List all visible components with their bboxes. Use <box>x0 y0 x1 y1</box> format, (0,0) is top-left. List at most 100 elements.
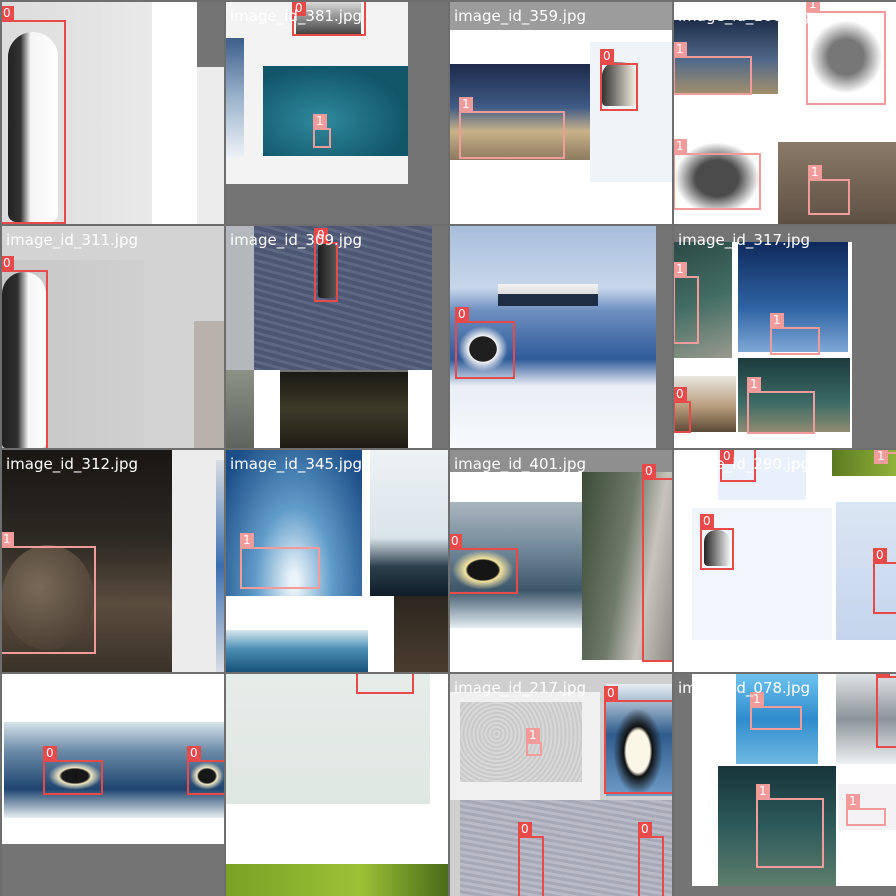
box-class-label: 1 <box>770 313 784 328</box>
tile-filename: image_id_317.jpg <box>678 231 811 249</box>
snow-photo <box>197 67 224 224</box>
bounding-box: 1 <box>747 377 815 434</box>
bounding-box: 1 <box>674 42 752 95</box>
tile-filename: image_id_290.jpg <box>678 455 811 473</box>
bounding-box: 0 <box>638 822 664 896</box>
iceberg-photo <box>370 450 448 596</box>
bounding-box: 0 <box>604 686 672 794</box>
bounding-box: 0 <box>356 674 414 694</box>
box-class-label: 1 <box>808 165 822 180</box>
mosaic-tile: image_id_317.jpg 1 1 0 1 <box>674 226 896 448</box>
mosaic-tile: image_id_004.jpg 0 0 <box>2 674 224 896</box>
bounding-box: 1 <box>874 450 896 464</box>
box-class-label: 1 <box>459 97 473 112</box>
box-class-label: 1 <box>674 42 687 57</box>
tile-filename: image_id_401.jpg <box>454 455 587 473</box>
grass-photo <box>226 864 448 896</box>
mosaic-tile: image_id_078.jpg 1 0 1 1 <box>674 674 896 896</box>
tile-filename: image_id_311.jpg <box>6 231 139 249</box>
tile-filename: image_id_078.jpg <box>678 679 811 697</box>
box-class-label: 0 <box>638 822 652 837</box>
box-class-label: 0 <box>604 686 618 701</box>
box-class-label: 0 <box>187 746 201 761</box>
bounding-box: 1 <box>459 97 565 159</box>
bounding-box: 0 <box>876 674 896 748</box>
mosaic-tile: 0 <box>2 2 224 224</box>
mosaic-tile: image_id_309.jpg 0 <box>226 226 448 448</box>
tile-filename: image_id_312.jpg <box>6 455 139 473</box>
photo-strip <box>216 460 224 672</box>
bounding-box: 1 <box>846 794 886 826</box>
box-class-label: 0 <box>600 49 614 64</box>
wood-photo <box>394 596 448 672</box>
white-background <box>408 370 432 448</box>
ship-photo <box>498 284 598 306</box>
bounding-box: 0 <box>700 514 734 570</box>
bounding-box: 1 <box>806 2 886 105</box>
box-class-label: 1 <box>674 262 687 277</box>
box-class-label: 1 <box>874 450 888 464</box>
mosaic-tile: image_id_401.jpg 0 0 <box>450 450 672 672</box>
box-class-label: 1 <box>2 532 14 547</box>
box-class-label: 1 <box>756 784 770 799</box>
mosaic-tile: image_id_381.jpg 0 1 <box>226 2 448 224</box>
box-class-label: 0 <box>518 822 532 837</box>
tile-filename: image_id_217.jpg <box>454 679 587 697</box>
box-class-label: 0 <box>876 674 890 677</box>
bounding-box: 0 <box>2 256 48 448</box>
rock-photo <box>194 321 224 448</box>
bounding-box: 0 <box>518 822 544 896</box>
tile-filename: image_id_166.jpg <box>678 7 811 25</box>
box-class-label: 0 <box>43 746 57 761</box>
mosaic-tile: image_id_345.jpg 1 <box>226 450 448 672</box>
rock-photo <box>226 370 254 448</box>
snow-scene-photo <box>226 38 244 158</box>
bounding-box: 1 <box>313 114 331 148</box>
bounding-box: 0 <box>450 534 518 594</box>
box-class-label: 1 <box>846 794 860 809</box>
box-class-label: 1 <box>747 377 761 392</box>
bounding-box: 0 <box>187 746 224 795</box>
box-class-label: 0 <box>455 307 469 322</box>
box-class-label: 1 <box>674 139 687 154</box>
mosaic-tile: image_id_359.jpg 0 1 <box>450 2 672 224</box>
box-class-label: 0 <box>873 548 887 563</box>
bounding-box: 1 <box>674 139 761 210</box>
tile-filename: image_id_359.jpg <box>454 7 587 25</box>
tile-filename: image_id_309.jpg <box>230 231 363 249</box>
box-class-label: 1 <box>313 114 327 129</box>
bounding-box: 1 <box>2 532 96 654</box>
sand-photo <box>460 702 582 782</box>
box-class-label: 0 <box>674 387 687 402</box>
box-class-label: 0 <box>2 6 14 21</box>
box-class-label: 0 <box>700 514 714 529</box>
bounding-box: 0 <box>43 746 103 795</box>
box-class-label: 0 <box>2 256 14 271</box>
wood-photo <box>280 372 408 448</box>
bounding-box: 0 <box>2 6 66 224</box>
mosaic-tile: image_id_311.jpg 0 <box>2 226 224 448</box>
mosaic-tile: 0 <box>450 226 672 448</box>
tile-filename: image_id_345.jpg <box>230 455 363 473</box>
bounding-box: 0 <box>642 464 672 662</box>
bounding-box: 1 <box>526 728 542 756</box>
bounding-box: 0 <box>873 548 896 614</box>
tile-filename: image_id_381.jpg <box>230 7 363 25</box>
mosaic-grid: 0 image_id_381.jpg 0 1 image_id_359.jpg … <box>0 0 896 896</box>
mosaic-tile: image_id_217.jpg 1 0 0 0 <box>450 674 672 896</box>
bounding-box: 0 <box>314 228 338 302</box>
mosaic-tile: image_id_312.jpg 1 <box>2 450 224 672</box>
bounding-box: 0 <box>674 387 691 433</box>
bounding-box: 1 <box>674 262 699 344</box>
mosaic-tile: image_id_290.jpg 0 0 0 1 <box>674 450 896 672</box>
underwater-photo <box>226 630 368 672</box>
mosaic-tile: image_id_166.jpg 1 1 1 1 <box>674 2 896 224</box>
box-class-label: 1 <box>240 533 254 548</box>
ocean-aerial-photo <box>263 66 408 156</box>
bounding-box: 1 <box>750 692 802 730</box>
box-class-label: 0 <box>450 534 462 549</box>
tile-filename: image_id_004.jpg <box>6 679 139 697</box>
bounding-box: 0 <box>600 49 638 111</box>
mosaic-tile: 0 <box>226 674 448 896</box>
bounding-box: 1 <box>808 165 850 215</box>
